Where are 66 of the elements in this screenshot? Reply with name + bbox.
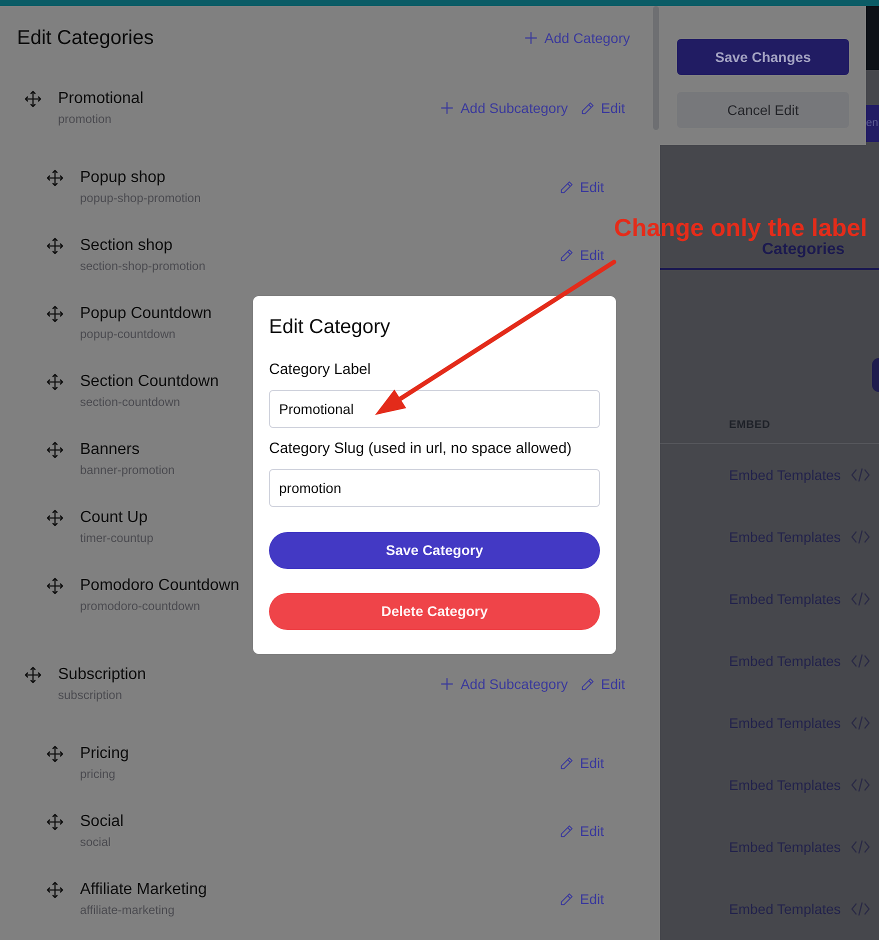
subcategory-name: Section shop bbox=[80, 236, 174, 256]
category-name: Promotional bbox=[58, 89, 144, 109]
edit-link[interactable]: Edit bbox=[580, 674, 625, 694]
modal-title: Edit Category bbox=[269, 315, 392, 340]
subcategory-name: Popup Countdown bbox=[80, 304, 212, 324]
save-category-button[interactable]: Save Category bbox=[269, 532, 600, 569]
plus-icon bbox=[525, 32, 538, 44]
edit-link[interactable]: Edit bbox=[560, 177, 604, 197]
code-icon bbox=[850, 654, 870, 668]
code-icon bbox=[850, 530, 870, 544]
save-changes-button[interactable]: Save Changes bbox=[677, 39, 849, 75]
move-icon[interactable] bbox=[46, 813, 64, 831]
code-icon bbox=[850, 778, 870, 792]
pencil-icon bbox=[580, 102, 594, 114]
code-icon bbox=[850, 468, 870, 482]
pencil-icon bbox=[560, 756, 573, 770]
subcategory-name: Count Up bbox=[80, 508, 149, 528]
edge-button[interactable]: en bbox=[866, 105, 879, 142]
code-icon bbox=[850, 592, 870, 606]
pencil-icon bbox=[560, 892, 573, 906]
add-subcategory-link[interactable]: Add Subcategory bbox=[441, 98, 568, 118]
code-icon bbox=[850, 902, 870, 916]
subcategory-name: Section Countdown bbox=[80, 372, 219, 392]
subcategory-name: Popup shop bbox=[80, 168, 166, 188]
add-category-link[interactable]: Add Category bbox=[525, 28, 630, 48]
pencil-icon bbox=[560, 180, 573, 194]
subcategory-name: Affiliate Marketing bbox=[80, 880, 207, 900]
move-icon[interactable] bbox=[46, 577, 64, 595]
pencil-icon bbox=[580, 678, 594, 690]
move-icon[interactable] bbox=[46, 745, 64, 763]
move-icon[interactable] bbox=[24, 90, 42, 108]
move-icon[interactable] bbox=[46, 441, 64, 459]
subcategory-name: Banners bbox=[80, 440, 141, 460]
pencil-icon bbox=[560, 824, 573, 838]
field-label: Category Label bbox=[269, 360, 372, 380]
text-field[interactable]: promotion bbox=[269, 469, 600, 507]
cancel-edit-button[interactable]: Cancel Edit bbox=[677, 92, 849, 128]
edit-link[interactable]: Edit bbox=[560, 245, 604, 265]
plus-icon bbox=[441, 678, 454, 690]
plus-icon bbox=[441, 102, 454, 114]
edit-link[interactable]: Edit bbox=[560, 753, 604, 773]
annotation-text: Change only the label bbox=[614, 215, 868, 242]
code-icon bbox=[850, 716, 870, 730]
panel-title: Edit Categories bbox=[17, 26, 154, 51]
code-icon bbox=[850, 840, 870, 854]
move-icon[interactable] bbox=[46, 373, 64, 391]
edit-link[interactable]: Edit bbox=[560, 889, 604, 909]
edit-link[interactable]: Edit bbox=[560, 821, 604, 841]
delete-category-button[interactable]: Delete Category bbox=[269, 593, 600, 630]
subcategory-name: Pomodoro Countdown bbox=[80, 576, 240, 596]
text-field[interactable]: Promotional bbox=[269, 390, 600, 428]
subcategory-name: Social bbox=[80, 812, 124, 832]
move-icon[interactable] bbox=[24, 666, 42, 684]
field-label: Category Slug (used in url, no space allowed) bbox=[269, 439, 573, 459]
move-icon[interactable] bbox=[46, 237, 64, 255]
subcategory-name: Pricing bbox=[80, 744, 129, 764]
move-icon[interactable] bbox=[46, 881, 64, 899]
add-subcategory-link[interactable]: Add Subcategory bbox=[441, 674, 568, 694]
move-icon[interactable] bbox=[46, 305, 64, 323]
move-icon[interactable] bbox=[46, 509, 64, 527]
pencil-icon bbox=[560, 248, 573, 262]
navbar-edge bbox=[866, 6, 879, 70]
scrollbar-thumb[interactable] bbox=[653, 6, 659, 130]
edit-link[interactable]: Edit bbox=[580, 98, 625, 118]
move-icon[interactable] bbox=[46, 169, 64, 187]
category-name: Subscription bbox=[58, 665, 146, 685]
